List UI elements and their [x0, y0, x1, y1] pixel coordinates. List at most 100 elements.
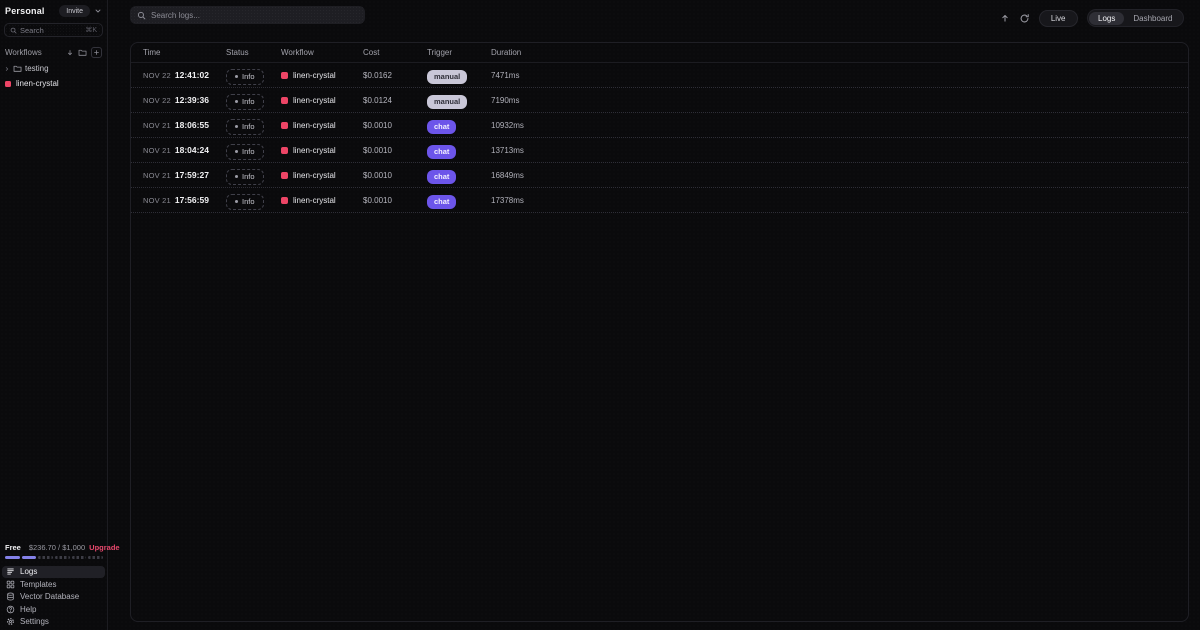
- sidebar-workflow-linen-crystal[interactable]: linen-crystal: [0, 76, 107, 91]
- status-cell: Info: [226, 190, 281, 210]
- usage-progress-segment: [22, 556, 37, 559]
- workflow-cell: linen-crystal: [281, 171, 363, 180]
- status-badge: Info: [226, 194, 264, 210]
- status-badge: Info: [226, 94, 264, 110]
- import-icon[interactable]: [66, 49, 74, 57]
- workspace-header: Personal Invite: [0, 0, 107, 21]
- usage-section: Free $236.70 / $1,000 Upgrade: [0, 543, 107, 566]
- usage-progress-segment: [38, 556, 53, 559]
- status-label: Info: [242, 197, 255, 206]
- table-row[interactable]: NOV 22 12:39:36 Info linen-crystal $0.01…: [131, 88, 1188, 113]
- logs-search-input[interactable]: Search logs...: [130, 6, 365, 24]
- status-cell: Info: [226, 115, 281, 135]
- time-cell: NOV 21 17:56:59: [143, 195, 226, 205]
- column-header-status: Status: [226, 48, 281, 57]
- sidebar-folder-testing[interactable]: testing: [0, 61, 107, 76]
- workflow-name: linen-crystal: [293, 96, 336, 105]
- trigger-cell: chat: [427, 191, 491, 209]
- time-cell: NOV 22 12:41:02: [143, 70, 226, 80]
- trigger-cell: chat: [427, 141, 491, 159]
- workflow-cell: linen-crystal: [281, 96, 363, 105]
- cost-cell: $0.0162: [363, 71, 427, 80]
- sidebar-item-templates[interactable]: Templates: [2, 578, 105, 590]
- view-switch-dashboard[interactable]: Dashboard: [1124, 12, 1181, 25]
- refresh-button[interactable]: [1019, 13, 1030, 24]
- help-icon: [6, 605, 15, 614]
- sidebar-search[interactable]: Search ⌘K: [4, 23, 103, 37]
- status-badge: Info: [226, 144, 264, 160]
- status-dot-icon: [235, 175, 238, 178]
- duration-cell: 7190ms: [491, 96, 1188, 105]
- column-header-workflow: Workflow: [281, 48, 363, 57]
- table-row[interactable]: NOV 21 18:06:55 Info linen-crystal $0.00…: [131, 113, 1188, 138]
- row-time: 12:39:36: [175, 95, 209, 105]
- live-button[interactable]: Live: [1039, 10, 1078, 27]
- sidebar-item-settings[interactable]: Settings: [2, 616, 105, 628]
- row-date: NOV 21: [143, 121, 171, 130]
- row-date: NOV 21: [143, 146, 171, 155]
- status-badge: Info: [226, 169, 264, 185]
- new-folder-icon[interactable]: [78, 48, 87, 57]
- view-switch-logs[interactable]: Logs: [1089, 12, 1124, 25]
- usage-progress-segment: [88, 556, 103, 559]
- cost-cell: $0.0010: [363, 146, 427, 155]
- row-date: NOV 22: [143, 96, 171, 105]
- workflow-color-icon: [281, 97, 288, 104]
- table-row[interactable]: NOV 22 12:41:02 Info linen-crystal $0.01…: [131, 63, 1188, 88]
- workflow-name: linen-crystal: [293, 196, 336, 205]
- invite-button[interactable]: Invite: [59, 5, 90, 17]
- workflow-label: linen-crystal: [16, 79, 59, 88]
- search-icon: [137, 11, 146, 20]
- search-icon: [10, 27, 17, 34]
- workflow-cell: linen-crystal: [281, 71, 363, 80]
- status-cell: Info: [226, 90, 281, 110]
- trigger-cell: chat: [427, 116, 491, 134]
- chevron-down-icon[interactable]: [94, 7, 102, 15]
- status-cell: Info: [226, 140, 281, 160]
- sidebar-item-help[interactable]: Help: [2, 603, 105, 615]
- workflow-cell: linen-crystal: [281, 196, 363, 205]
- status-cell: Info: [226, 165, 281, 185]
- workspace-name: Personal: [5, 6, 55, 16]
- export-up-button[interactable]: [1000, 13, 1010, 23]
- duration-cell: 16849ms: [491, 171, 1188, 180]
- duration-cell: 17378ms: [491, 196, 1188, 205]
- trigger-badge: chat: [427, 170, 456, 184]
- table-row[interactable]: NOV 21 18:04:24 Info linen-crystal $0.00…: [131, 138, 1188, 163]
- row-date: NOV 21: [143, 171, 171, 180]
- column-header-duration: Duration: [491, 48, 1188, 57]
- upgrade-link[interactable]: Upgrade: [89, 543, 119, 552]
- table-row[interactable]: NOV 21 17:59:27 Info linen-crystal $0.00…: [131, 163, 1188, 188]
- duration-cell: 10932ms: [491, 121, 1188, 130]
- usage-progress-segment: [55, 556, 70, 559]
- duration-cell: 13713ms: [491, 146, 1188, 155]
- status-label: Info: [242, 97, 255, 106]
- table-row[interactable]: NOV 21 17:56:59 Info linen-crystal $0.00…: [131, 188, 1188, 213]
- usage-progress: [5, 556, 103, 559]
- workflow-cell: linen-crystal: [281, 146, 363, 155]
- trigger-badge: chat: [427, 145, 456, 159]
- status-dot-icon: [235, 75, 238, 78]
- status-label: Info: [242, 172, 255, 181]
- search-shortcut: ⌘K: [85, 26, 97, 34]
- sidebar-item-vector-database[interactable]: Vector Database: [2, 591, 105, 603]
- logs-icon: [6, 567, 15, 576]
- sidebar-item-label: Settings: [20, 617, 49, 626]
- status-badge: Info: [226, 69, 264, 85]
- cost-cell: $0.0010: [363, 196, 427, 205]
- logs-search-placeholder: Search logs...: [151, 11, 200, 20]
- workflows-title: Workflows: [5, 48, 66, 57]
- status-label: Info: [242, 147, 255, 156]
- row-time: 18:04:24: [175, 145, 209, 155]
- table-body: NOV 22 12:41:02 Info linen-crystal $0.01…: [131, 63, 1188, 213]
- sidebar-item-logs[interactable]: Logs: [2, 566, 105, 578]
- status-label: Info: [242, 72, 255, 81]
- cost-cell: $0.0010: [363, 121, 427, 130]
- workflow-color-icon: [281, 122, 288, 129]
- sidebar-spacer: [0, 91, 107, 543]
- workflow-name: linen-crystal: [293, 146, 336, 155]
- plan-badge: Free: [5, 543, 21, 552]
- table-header: TimeStatusWorkflowCostTriggerDuration: [131, 43, 1188, 63]
- workflow-color-icon: [281, 197, 288, 204]
- add-workflow-button[interactable]: [91, 47, 102, 58]
